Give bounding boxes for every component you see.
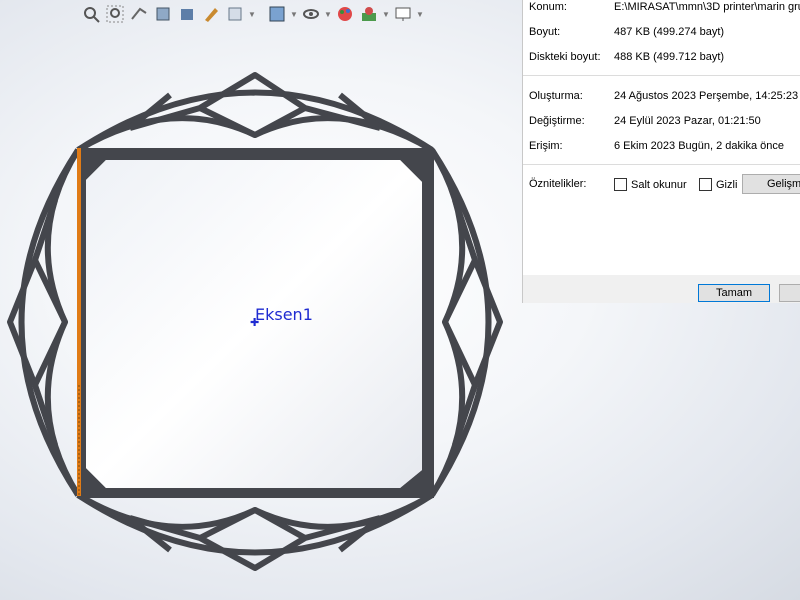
location-label: Konum: <box>529 1 567 13</box>
created-label: Oluşturma: <box>529 90 583 102</box>
previous-view-icon[interactable] <box>128 3 150 25</box>
ok-button[interactable]: Tamam <box>698 284 770 302</box>
right-outer-arc <box>429 148 492 497</box>
dynamic-annotation-icon[interactable] <box>176 3 198 25</box>
readonly-label: Salt okunur <box>631 178 687 191</box>
heads-up-view-toolbar: ▼ ▼ ▼ ▼ ▼ <box>80 0 424 28</box>
chevron-down-icon[interactable]: ▼ <box>416 3 424 25</box>
zoom-area-icon[interactable] <box>104 3 126 25</box>
hidden-label: Gizli <box>716 178 738 191</box>
chevron-down-icon[interactable]: ▼ <box>248 3 256 25</box>
cancel-button[interactable] <box>779 284 800 302</box>
top-truss <box>129 72 381 131</box>
chevron-down-icon[interactable]: ▼ <box>382 3 390 25</box>
left-outer-arc <box>18 148 81 497</box>
attributes-label: Öznitelikler: <box>529 178 587 190</box>
file-properties-dialog: Konum: E:\MIRASAT\mmn\3D printer\marin g… <box>522 0 800 303</box>
selected-edge <box>77 148 81 496</box>
view-orientation-icon[interactable] <box>200 3 222 25</box>
display-style-icon[interactable] <box>224 3 246 25</box>
axis-origin-icon: ✚ <box>250 317 260 329</box>
disk-size-value: 488 KB (499.712 bayt) <box>614 51 725 63</box>
section-view-icon[interactable] <box>152 3 174 25</box>
location-value[interactable]: E:\MIRASAT\mmn\3D printer\marin grubu <box>614 1 800 13</box>
modified-value: 24 Eylül 2023 Pazar, 01:21:50 <box>614 115 761 127</box>
chevron-down-icon[interactable]: ▼ <box>324 3 332 25</box>
bottom-outer-arc <box>76 492 434 556</box>
divider <box>523 164 800 165</box>
edit-appearance-icon[interactable] <box>300 3 322 25</box>
top-truss-ends <box>128 92 382 131</box>
advanced-button[interactable]: Gelişmiş... <box>742 174 800 194</box>
bottom-truss-ends <box>128 515 382 553</box>
checkbox-box[interactable] <box>699 178 712 191</box>
properties-panel: Konum: E:\MIRASAT\mmn\3D printer\marin g… <box>523 0 800 275</box>
monitor-icon[interactable] <box>392 3 414 25</box>
top-outer-arc <box>76 89 434 153</box>
modified-label: Değiştirme: <box>529 115 585 127</box>
hidden-checkbox[interactable]: Gizli <box>699 178 737 191</box>
divider <box>523 75 800 76</box>
apply-scene-icon[interactable] <box>334 3 356 25</box>
created-value: 24 Ağustos 2023 Perşembe, 14:25:23 <box>614 90 799 102</box>
disk-size-label: Diskteki boyut: <box>529 51 601 63</box>
size-value: 487 KB (499.274 bayt) <box>614 26 725 38</box>
checkbox-box[interactable] <box>614 178 627 191</box>
size-label: Boyut: <box>529 26 561 38</box>
zoom-to-fit-icon[interactable] <box>80 3 102 25</box>
accessed-label: Erişim: <box>529 140 563 152</box>
chevron-down-icon[interactable]: ▼ <box>290 3 298 25</box>
view-settings-icon[interactable] <box>358 3 380 25</box>
accessed-value: 6 Ekim 2023 Bugün, 2 dakika önce <box>614 140 785 152</box>
hide-show-icon[interactable] <box>266 3 288 25</box>
readonly-checkbox[interactable]: Salt okunur <box>614 178 687 191</box>
axis-label[interactable]: Eksen1 <box>255 305 313 324</box>
